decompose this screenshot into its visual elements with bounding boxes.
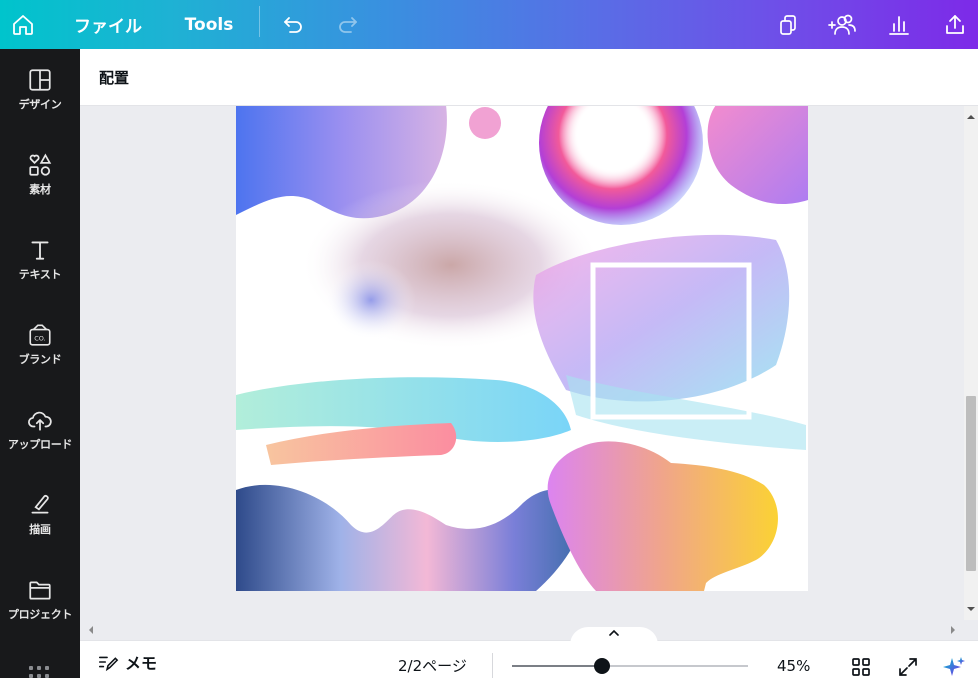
context-toolbar: 配置 [80, 49, 978, 106]
sidebar-item-label: テキスト [18, 267, 62, 281]
upload-share-button[interactable] [940, 0, 970, 49]
scroll-left-icon[interactable] [84, 623, 98, 637]
sidebar-item-draw[interactable]: 描画 [0, 474, 80, 554]
draw-icon [31, 494, 49, 513]
home-icon [13, 14, 33, 35]
svg-text:CO.: CO. [34, 334, 45, 342]
more-apps-icon[interactable] [28, 665, 50, 678]
sidebar-item-label: 描画 [29, 522, 51, 536]
insights-button[interactable] [884, 0, 914, 49]
text-icon [31, 240, 49, 260]
zoom-slider-fill [512, 665, 602, 667]
undo-button[interactable] [278, 0, 308, 49]
position-button[interactable]: 配置 [99, 67, 129, 88]
layout-icon [29, 68, 51, 91]
redo-button[interactable] [333, 0, 363, 49]
brand-icon: CO. [29, 323, 51, 346]
scroll-up-icon[interactable] [964, 110, 978, 124]
left-sidebar: デザイン 素材 テキスト CO. ブランド アップロード 描画 プロジェクト [0, 49, 80, 678]
undo-icon [284, 16, 302, 33]
sidebar-item-label: アップロード [7, 437, 73, 451]
page-indicator[interactable]: 2/2ページ [398, 655, 467, 676]
scroll-down-icon[interactable] [964, 602, 978, 616]
sidebar-item-projects[interactable]: プロジェクト [0, 559, 80, 639]
upload-share-icon [946, 14, 964, 34]
copy-icon [780, 14, 796, 35]
share-people-icon [828, 14, 856, 35]
sidebar-item-label: 素材 [29, 182, 51, 196]
notes-pencil-icon [98, 656, 119, 672]
horizontal-scrollbar[interactable] [80, 620, 964, 640]
grid-view-icon[interactable] [849, 655, 873, 678]
sidebar-item-design[interactable]: デザイン [0, 49, 80, 129]
top-toolbar: ファイル Tools [0, 0, 978, 49]
sidebar-item-label: ブランド [18, 352, 62, 366]
pages-toggle[interactable] [570, 627, 658, 645]
design-artwork [236, 106, 808, 591]
sidebar-item-brand[interactable]: CO. ブランド [0, 304, 80, 384]
editor-app: ファイル Tools デザイン 素材 テキスト CO. ブランド アップロード … [0, 0, 978, 678]
zoom-percentage[interactable]: 45% [777, 657, 810, 675]
notes-button[interactable]: メモ [97, 650, 157, 674]
sidebar-item-label: プロジェクト [7, 607, 73, 621]
copy-button[interactable] [772, 0, 802, 49]
magic-sparkle-icon[interactable] [942, 655, 966, 678]
tools-menu[interactable]: Tools [180, 0, 238, 49]
home-button[interactable] [0, 0, 46, 49]
fullscreen-icon[interactable] [896, 655, 920, 678]
vertical-scrollbar[interactable] [964, 106, 978, 620]
cloud-upload-icon [28, 411, 52, 431]
sidebar-item-label: デザイン [18, 97, 62, 111]
redo-icon [339, 16, 357, 33]
zoom-slider-knob[interactable] [593, 658, 610, 674]
vertical-scroll-thumb[interactable] [966, 396, 976, 571]
insights-icon [889, 15, 909, 35]
bottom-toolbar: メモ 2/2ページ 45% [80, 627, 978, 678]
sidebar-item-uploads[interactable]: アップロード [0, 389, 80, 469]
shapes-icon [29, 153, 52, 176]
share-people-button[interactable] [824, 0, 860, 49]
sidebar-item-text[interactable]: テキスト [0, 219, 80, 299]
sidebar-item-elements[interactable]: 素材 [0, 134, 80, 214]
bottom-divider [492, 653, 493, 678]
notes-label: メモ [125, 654, 158, 673]
canvas-area [80, 106, 964, 620]
toolbar-divider [259, 6, 260, 37]
design-page[interactable] [236, 106, 808, 591]
file-menu[interactable]: ファイル [70, 0, 146, 49]
scroll-right-icon[interactable] [946, 623, 960, 637]
zoom-slider[interactable] [512, 658, 748, 674]
folder-icon [29, 581, 51, 600]
chevron-up-icon [609, 629, 619, 636]
